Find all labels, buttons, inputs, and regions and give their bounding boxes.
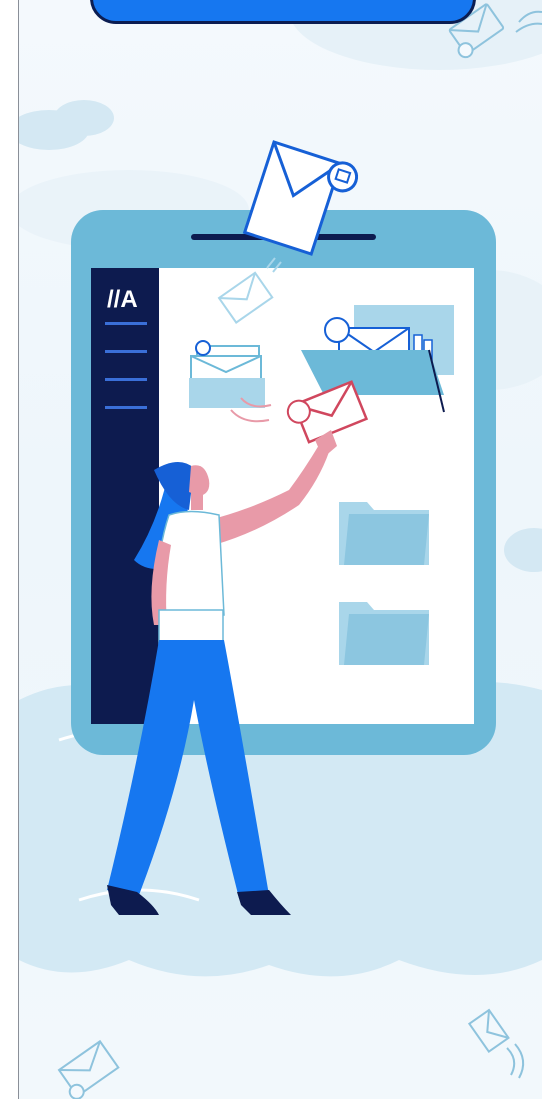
primary-button[interactable] [90, 0, 476, 24]
app-logo: //A [107, 286, 138, 313]
folder-icon [339, 602, 429, 665]
envelope-icon [57, 1039, 120, 1099]
inbox-tray-icon [189, 340, 265, 408]
mail-illustration: //A [19, 0, 542, 1099]
folder-icon [339, 502, 429, 565]
left-border [0, 0, 19, 1099]
tablet-device: //A [71, 210, 496, 755]
app-sidebar [91, 268, 159, 724]
illustration-stage: //A [19, 0, 542, 1099]
envelope-icon [467, 1008, 510, 1054]
